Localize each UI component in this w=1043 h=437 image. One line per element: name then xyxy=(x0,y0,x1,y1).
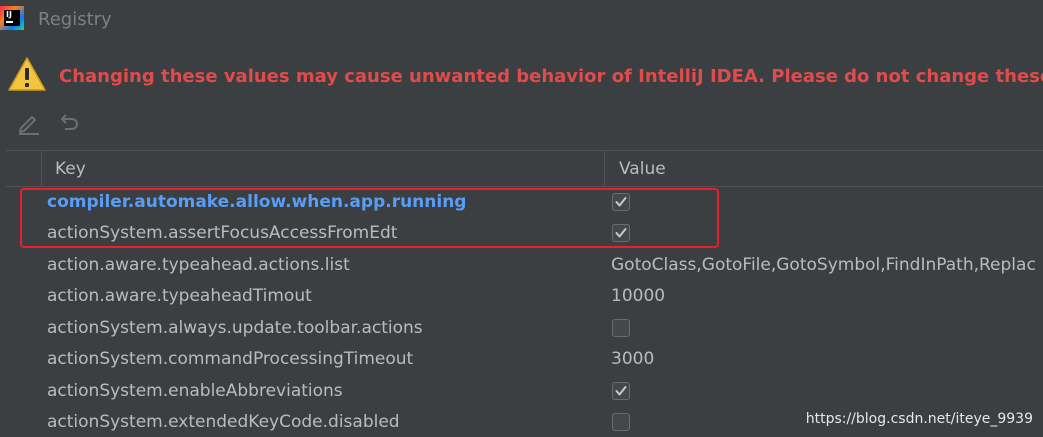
edit-button[interactable] xyxy=(16,110,42,136)
row-value-checkbox[interactable] xyxy=(612,193,630,211)
toolbar xyxy=(0,108,200,140)
title-bar: IJ Registry xyxy=(0,0,1043,40)
row-key: compiler.automake.allow.when.app.running xyxy=(47,192,467,212)
table-row[interactable]: actionSystem.always.update.toolbar.actio… xyxy=(6,313,1043,344)
row-key: actionSystem.extendedKeyCode.disabled xyxy=(47,412,400,432)
row-value-checkbox[interactable] xyxy=(612,319,630,337)
row-key: actionSystem.enableAbbreviations xyxy=(47,381,343,401)
row-value[interactable]: 3000 xyxy=(611,344,1043,375)
row-value[interactable]: 10000 xyxy=(611,281,1043,312)
table-row[interactable]: action.aware.typeaheadTimout 10000 xyxy=(6,281,1043,312)
row-value-checkbox[interactable] xyxy=(612,382,630,400)
row-key: action.aware.typeahead.actions.list xyxy=(47,255,350,275)
table-row[interactable]: compiler.automake.allow.when.app.running xyxy=(6,187,1043,218)
row-value[interactable]: GotoClass,GotoFile,GotoSymbol,FindInPath… xyxy=(611,250,1043,281)
revert-button[interactable] xyxy=(55,110,81,136)
table-row[interactable]: actionSystem.commandProcessingTimeout 30… xyxy=(6,344,1043,375)
header-gutter xyxy=(6,151,42,187)
table-header: Key Value xyxy=(6,150,1043,187)
pencil-icon xyxy=(19,116,39,135)
row-key: action.aware.typeaheadTimout xyxy=(47,286,312,306)
row-value-checkbox[interactable] xyxy=(612,224,630,242)
table-row[interactable]: actionSystem.assertFocusAccessFromEdt xyxy=(6,218,1043,249)
warning-banner: Changing these values may cause unwanted… xyxy=(0,52,1043,102)
watermark: https://blog.csdn.net/iteye_9939 xyxy=(805,411,1033,427)
registry-table: Key Value compiler.automake.allow.when.a… xyxy=(6,150,1043,437)
warning-triangle-icon xyxy=(8,57,46,91)
row-value-checkbox[interactable] xyxy=(612,413,630,431)
checkmark-icon xyxy=(615,386,627,396)
checkmark-icon xyxy=(615,197,627,207)
table-row[interactable]: actionSystem.enableAbbreviations xyxy=(6,376,1043,407)
registry-dialog: IJ Registry Changing these values may ca… xyxy=(0,0,1043,437)
intellij-idea-icon: IJ xyxy=(0,6,24,30)
column-header-key[interactable]: Key xyxy=(42,151,605,187)
column-header-value[interactable]: Value xyxy=(606,151,1043,187)
row-key: actionSystem.commandProcessingTimeout xyxy=(47,349,414,369)
undo-icon xyxy=(61,114,78,130)
table-row[interactable]: action.aware.typeahead.actions.list Goto… xyxy=(6,250,1043,281)
row-key: actionSystem.always.update.toolbar.actio… xyxy=(47,318,423,338)
warning-message: Changing these values may cause unwanted… xyxy=(59,66,1043,87)
window-title: Registry xyxy=(38,9,112,30)
row-key: actionSystem.assertFocusAccessFromEdt xyxy=(47,223,398,243)
checkmark-icon xyxy=(615,228,627,238)
